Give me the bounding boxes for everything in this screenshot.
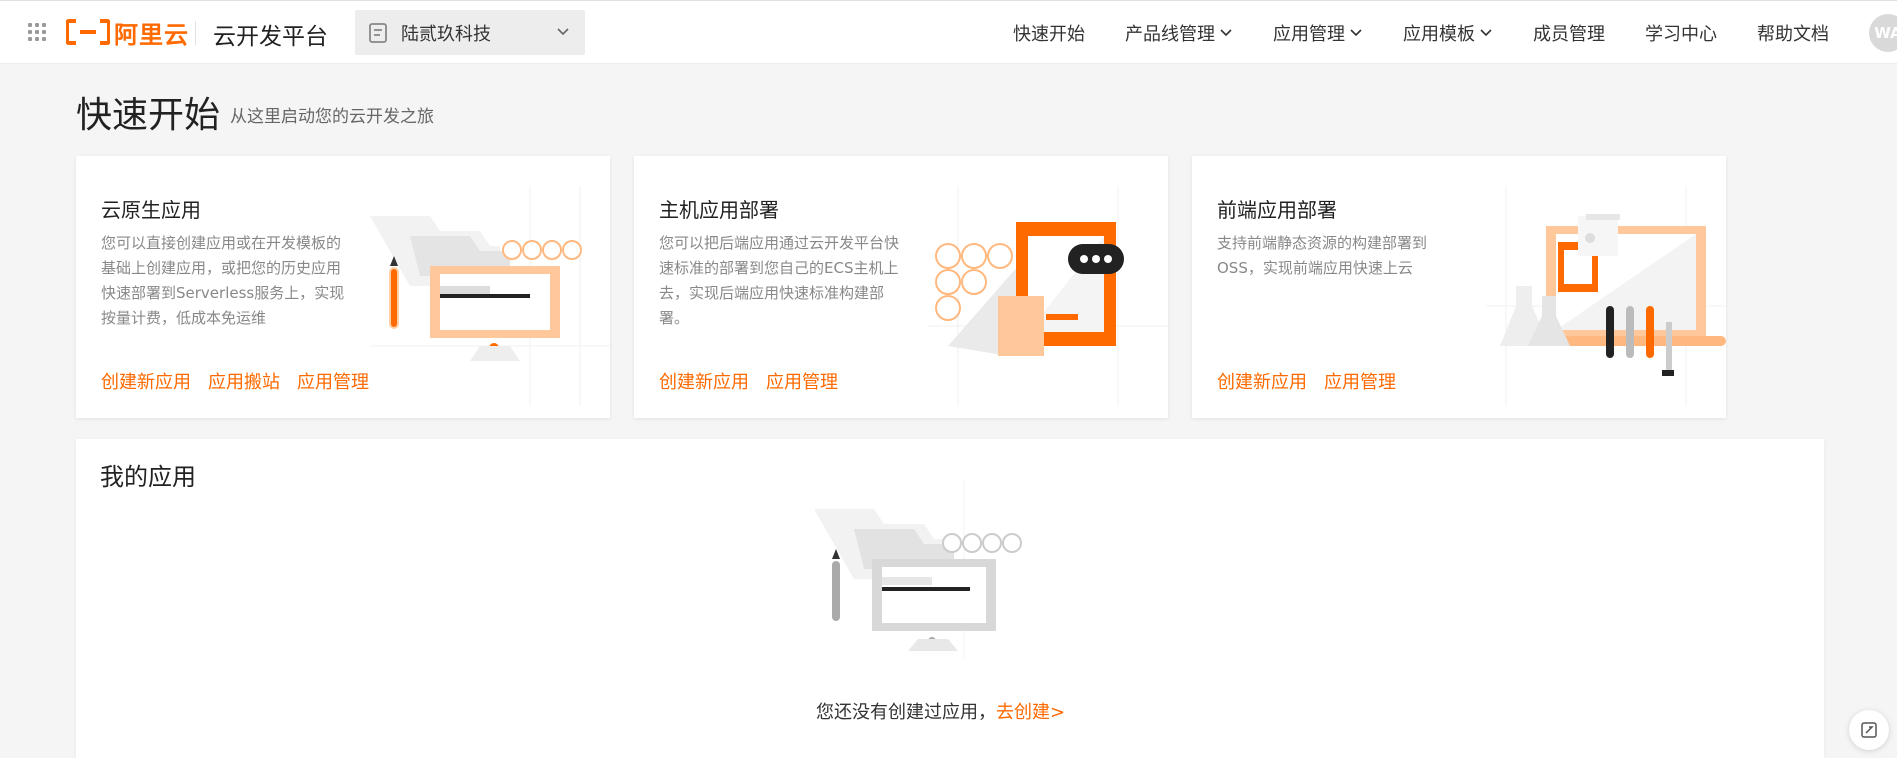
card-links: 创建新应用 应用管理 <box>659 368 855 394</box>
host-deploy-illustration-icon <box>928 186 1168 406</box>
chevron-down-icon <box>1220 29 1232 37</box>
nav-quick-start[interactable]: 快速开始 <box>1013 20 1085 46</box>
chevron-down-icon <box>1480 29 1492 37</box>
manage-app-link[interactable]: 应用管理 <box>766 368 838 394</box>
empty-state-message: 您还没有创建过应用， <box>816 702 996 723</box>
card-cloud-native-app: 云原生应用 您可以直接创建应用或在开发模板的基础上创建应用，或把您的历史应用快速… <box>76 156 610 418</box>
chevron-down-icon <box>557 28 569 36</box>
card-links: 创建新应用 应用搬站 应用管理 <box>101 368 386 394</box>
nav-app-templates[interactable]: 应用模板 <box>1403 20 1493 46</box>
nav-members[interactable]: 成员管理 <box>1533 20 1605 46</box>
app-title: 云开发平台 <box>213 24 328 50</box>
my-apps-title: 我的应用 <box>100 463 196 491</box>
nav-help-docs[interactable]: 帮助文档 <box>1757 20 1829 46</box>
card-title: 前端应用部署 <box>1217 198 1337 222</box>
feedback-button[interactable] <box>1849 710 1889 750</box>
frontend-deploy-illustration-icon <box>1486 186 1726 406</box>
card-description: 您可以直接创建应用或在开发模板的基础上创建应用，或把您的历史应用快速部署到Ser… <box>101 234 345 327</box>
main-nav: 快速开始 产品线管理 应用管理 应用模板 成员管理 学习中心 帮助文档 WA <box>1013 1 1897 65</box>
create-app-link[interactable]: 创建新应用 <box>101 368 191 394</box>
manage-app-link[interactable]: 应用管理 <box>297 368 369 394</box>
create-app-link[interactable]: 创建新应用 <box>1217 368 1307 394</box>
logo-text: 阿里云 <box>114 20 189 49</box>
card-host-app-deploy: 主机应用部署 您可以把后端应用通过云开发平台快速标准的部署到您自己的ECS主机上… <box>634 156 1168 418</box>
card-title: 主机应用部署 <box>659 198 779 222</box>
go-create-link[interactable]: 去创建> <box>996 702 1065 723</box>
manage-app-link[interactable]: 应用管理 <box>1324 368 1396 394</box>
nav-product-line[interactable]: 产品线管理 <box>1125 20 1233 46</box>
create-app-link[interactable]: 创建新应用 <box>659 368 749 394</box>
apps-grid-icon[interactable] <box>28 23 46 41</box>
page-title: 快速开始 <box>76 95 221 136</box>
card-description: 支持前端静态资源的构建部署到OSS，实现前端应用快速上云 <box>1217 234 1428 277</box>
organization-select-value: 陆贰玖科技 <box>401 23 491 45</box>
card-frontend-app-deploy: 前端应用部署 支持前端静态资源的构建部署到OSS，实现前端应用快速上云 创建新应… <box>1192 156 1726 418</box>
aliyun-logo[interactable]: 阿里云 <box>66 16 189 49</box>
cloud-native-illustration-icon <box>370 186 610 406</box>
migrate-app-link[interactable]: 应用搬站 <box>208 368 280 394</box>
empty-state-text: 您还没有创建过应用，去创建> <box>816 698 1065 724</box>
logo-divider <box>195 21 196 45</box>
user-avatar[interactable]: WA <box>1869 14 1897 52</box>
top-navbar: 阿里云 云开发平台 陆贰玖科技 快速开始 产品线管理 应用管理 应用模板 成员管… <box>0 0 1897 64</box>
card-links: 创建新应用 应用管理 <box>1217 368 1413 394</box>
card-description: 您可以把后端应用通过云开发平台快速标准的部署到您自己的ECS主机上去，实现后端应… <box>659 234 900 327</box>
aliyun-logo-mark-icon <box>66 19 110 45</box>
card-title: 云原生应用 <box>101 198 201 222</box>
organization-icon <box>369 22 387 43</box>
chevron-down-icon <box>1350 29 1362 37</box>
empty-apps-illustration-icon <box>814 479 1022 659</box>
organization-select[interactable]: 陆贰玖科技 <box>355 10 585 55</box>
nav-app-management[interactable]: 应用管理 <box>1273 20 1363 46</box>
feedback-icon <box>1861 722 1877 738</box>
my-apps-panel: 我的应用 您还没有创建过应用，去创建> <box>76 439 1824 758</box>
page-subtitle: 从这里启动您的云开发之旅 <box>230 107 434 127</box>
nav-learning-center[interactable]: 学习中心 <box>1645 20 1717 46</box>
